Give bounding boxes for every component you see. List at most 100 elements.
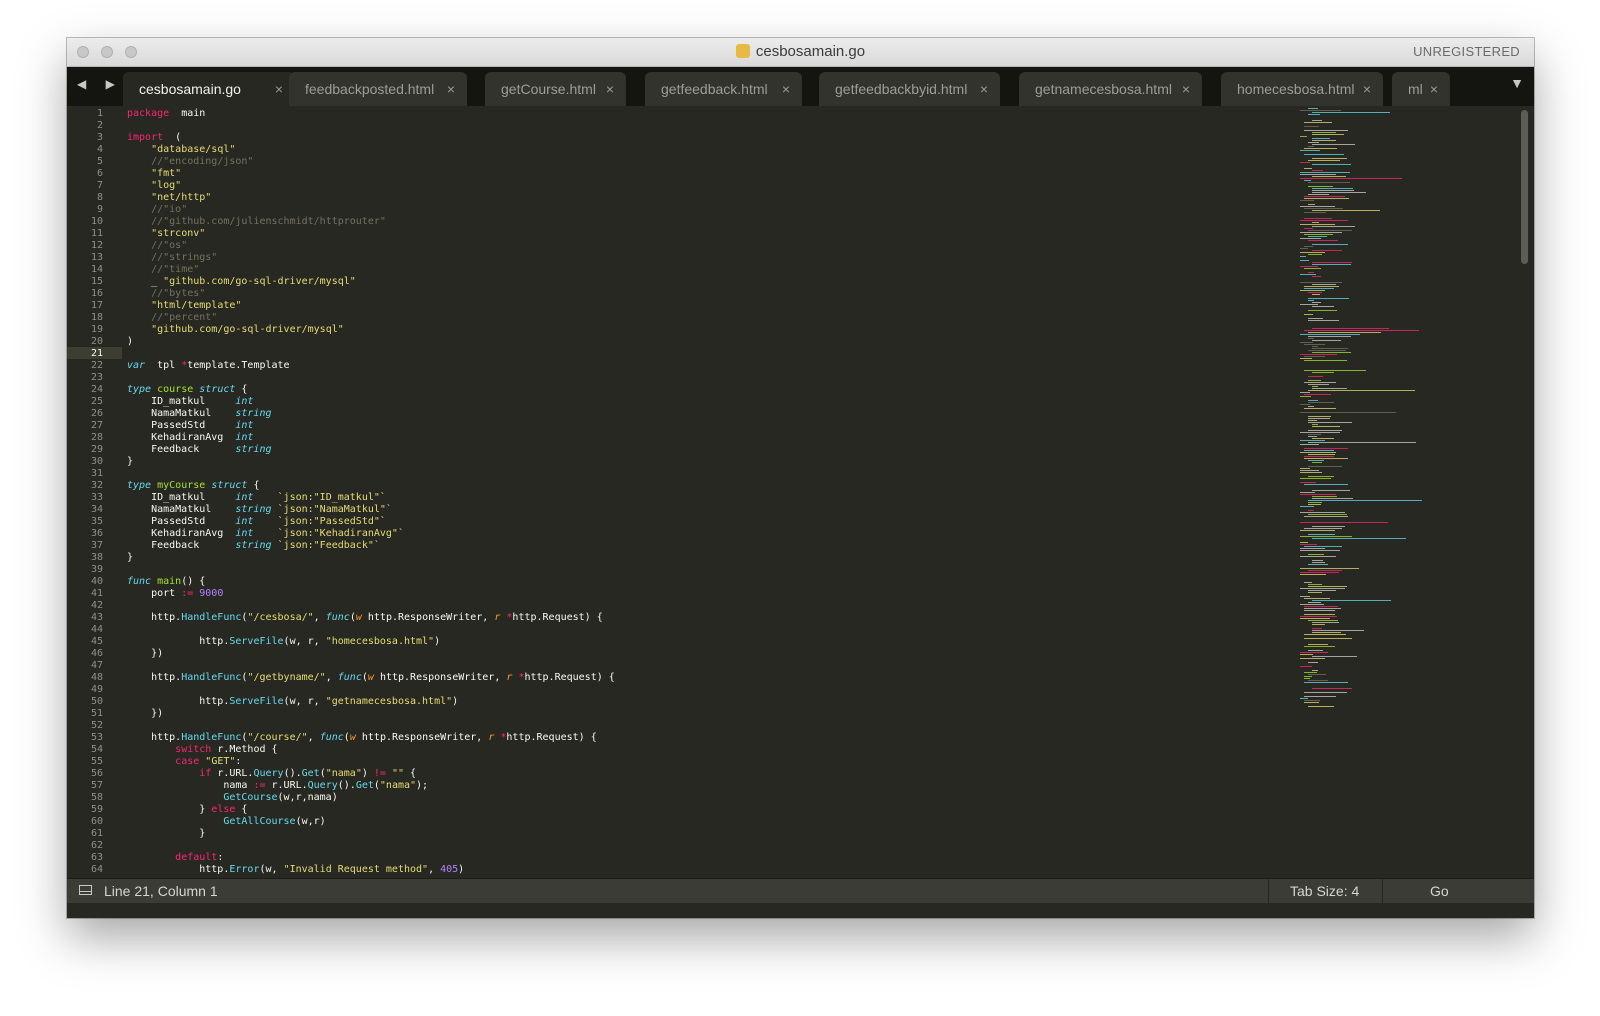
code-line[interactable]: //"percent" xyxy=(127,312,217,324)
code-line[interactable]: GetAllCourse(w,r) xyxy=(127,816,325,828)
code-line[interactable]: ID_matkul int xyxy=(127,396,253,408)
tab-close-icon[interactable]: × xyxy=(782,72,790,106)
minimap-line xyxy=(1300,616,1337,617)
tab-label: homecesbosa.html xyxy=(1237,81,1355,97)
code-line[interactable]: KehadiranAvg int xyxy=(127,432,253,444)
code-line[interactable]: nama := r.URL.Query().Get("nama"); xyxy=(127,780,428,792)
code-line[interactable]: NamaMatkul string `json:"NamaMatkul"` xyxy=(127,504,392,516)
code-line[interactable]: default: xyxy=(127,852,223,864)
minimap-line xyxy=(1300,174,1336,175)
tab-menu-chevron-icon[interactable]: ▼ xyxy=(1510,75,1524,91)
panel-toggle-icon[interactable] xyxy=(79,885,92,895)
tab-homecesbosa-html[interactable]: homecesbosa.html × xyxy=(1221,72,1383,106)
code-line[interactable]: if r.URL.Query().Get("nama") != "" { xyxy=(127,768,416,780)
code-line[interactable]: //"time" xyxy=(127,264,199,276)
code-line[interactable]: Feedback string xyxy=(127,444,271,456)
line-number: 44 xyxy=(90,624,103,635)
code-line[interactable]: } xyxy=(127,456,133,468)
code-line[interactable]: import ( xyxy=(127,132,181,144)
line-number: 52 xyxy=(90,720,103,731)
code-line[interactable]: "net/http" xyxy=(127,192,211,204)
tab-getcourse-html[interactable]: getCourse.html × xyxy=(485,72,626,106)
code-line[interactable]: "strconv" xyxy=(127,228,205,240)
code-line[interactable]: } xyxy=(127,828,205,840)
code-line[interactable]: NamaMatkul string xyxy=(127,408,271,420)
minimap-line xyxy=(1300,470,1319,471)
code-line[interactable]: _ "github.com/go-sql-driver/mysql" xyxy=(127,276,356,288)
tab-close-icon[interactable]: × xyxy=(1182,72,1190,106)
code-line[interactable]: http.Error(w, "Invalid Request method", … xyxy=(127,864,464,876)
tab-getfeedback-html[interactable]: getfeedback.html × xyxy=(645,72,802,106)
code-line[interactable]: //"github.com/julienschmidt/httprouter" xyxy=(127,216,386,228)
code-token: int xyxy=(235,516,254,527)
code-line[interactable]: switch r.Method { xyxy=(127,744,277,756)
minimap-line xyxy=(1304,546,1342,547)
code-line[interactable]: "html/template" xyxy=(127,300,241,312)
line-number: 2 xyxy=(96,120,103,131)
code-line[interactable]: http.ServeFile(w, r, "getnamecesbosa.htm… xyxy=(127,696,458,708)
code-line[interactable]: PassedStd int `json:"PassedStd"` xyxy=(127,516,386,528)
code-line[interactable]: type myCourse struct { xyxy=(127,480,260,492)
tab-close-icon[interactable]: × xyxy=(980,72,988,106)
tab-ml[interactable]: ml × xyxy=(1392,72,1450,106)
code-line[interactable]: PassedStd int xyxy=(127,420,253,432)
code-line[interactable]: //"io" xyxy=(127,204,187,216)
tab-close-icon[interactable]: × xyxy=(606,72,614,106)
tab-nav-arrows-icon[interactable]: ◀ ▶ xyxy=(77,77,123,91)
code-token: func xyxy=(325,612,350,623)
code-line[interactable]: //"os" xyxy=(127,240,187,252)
code-line[interactable]: http.ServeFile(w, r, "homecesbosa.html") xyxy=(127,636,440,648)
minimap[interactable] xyxy=(1300,108,1440,708)
code-line[interactable]: var tpl *template.Template xyxy=(127,360,290,372)
code-line[interactable]: "github.com/go-sql-driver/mysql" xyxy=(127,324,344,336)
code-line[interactable]: GetCourse(w,r,nama) xyxy=(127,792,337,804)
code-line[interactable]: type course struct { xyxy=(127,384,247,396)
code-token: "nama" xyxy=(379,780,417,791)
code-line[interactable]: package main xyxy=(127,108,205,120)
code-area[interactable]: package main import ( "database/sql" //"e… xyxy=(127,106,1297,878)
code-line[interactable]: "fmt" xyxy=(127,168,181,180)
code-line[interactable]: }) xyxy=(127,708,163,720)
minimap-line xyxy=(1308,390,1415,391)
code-line[interactable]: "log" xyxy=(127,180,181,192)
tab-cesbosamain-go[interactable]: cesbosamain.go × xyxy=(123,72,295,106)
code-line[interactable]: http.HandleFunc("/getbyname/", func(w ht… xyxy=(127,672,615,684)
tab-getfeedbackbyid-html[interactable]: getfeedbackbyid.html × xyxy=(819,72,1000,106)
tab-feedbackposted-html[interactable]: feedbackposted.html × xyxy=(289,72,467,106)
syntax-selector[interactable]: Go xyxy=(1430,879,1449,903)
code-line[interactable]: KehadiranAvg int `json:"KehadiranAvg"` xyxy=(127,528,404,540)
code-line[interactable]: //"encoding/json" xyxy=(127,156,253,168)
minimap-line xyxy=(1300,544,1317,545)
minimap-line xyxy=(1304,268,1321,269)
minimap-line xyxy=(1300,698,1308,699)
tab-close-icon[interactable]: × xyxy=(275,72,283,106)
code-line[interactable]: http.HandleFunc("/cesbosa/", func(w http… xyxy=(127,612,603,624)
code-line[interactable]: //"bytes" xyxy=(127,288,205,300)
code-line[interactable]: case "GET": xyxy=(127,756,241,768)
tab-size-selector[interactable]: Tab Size: 4 xyxy=(1290,879,1359,903)
code-line[interactable]: }) xyxy=(127,648,163,660)
code-line[interactable]: Feedback string `json:"Feedback"` xyxy=(127,540,380,552)
code-line[interactable]: func main() { xyxy=(127,576,205,588)
code-line[interactable]: http.HandleFunc("/course/", func(w http.… xyxy=(127,732,597,744)
tab-close-icon[interactable]: × xyxy=(1363,72,1371,106)
tab-getnamecesbosa-html[interactable]: getnamecesbosa.html × xyxy=(1019,72,1202,106)
code-line[interactable]: ) xyxy=(127,336,133,348)
minimap-line xyxy=(1304,246,1313,247)
line-number: 31 xyxy=(90,468,103,479)
code-line[interactable]: } xyxy=(127,552,133,564)
code-line[interactable]: ID_matkul int `json:"ID_matkul"` xyxy=(127,492,386,504)
minimap-line xyxy=(1308,564,1328,565)
code-line[interactable]: } else { xyxy=(127,804,247,816)
code-line[interactable]: "database/sql" xyxy=(127,144,235,156)
tab-close-icon[interactable]: × xyxy=(447,72,455,106)
vertical-scrollbar[interactable] xyxy=(1521,110,1528,264)
minimap-line xyxy=(1308,402,1334,403)
code-line[interactable]: //"strings" xyxy=(127,252,217,264)
code-editor[interactable]: 1 2 3 4 5 6 7 8 9 10 11 12 13 14 15 16 17 18 19 20 21 22 23 24 2… xyxy=(67,106,1534,878)
code-token: } xyxy=(127,828,206,839)
code-line[interactable]: port := 9000 xyxy=(127,588,223,600)
tab-close-icon[interactable]: × xyxy=(1430,72,1438,106)
code-token: Get xyxy=(301,768,320,779)
